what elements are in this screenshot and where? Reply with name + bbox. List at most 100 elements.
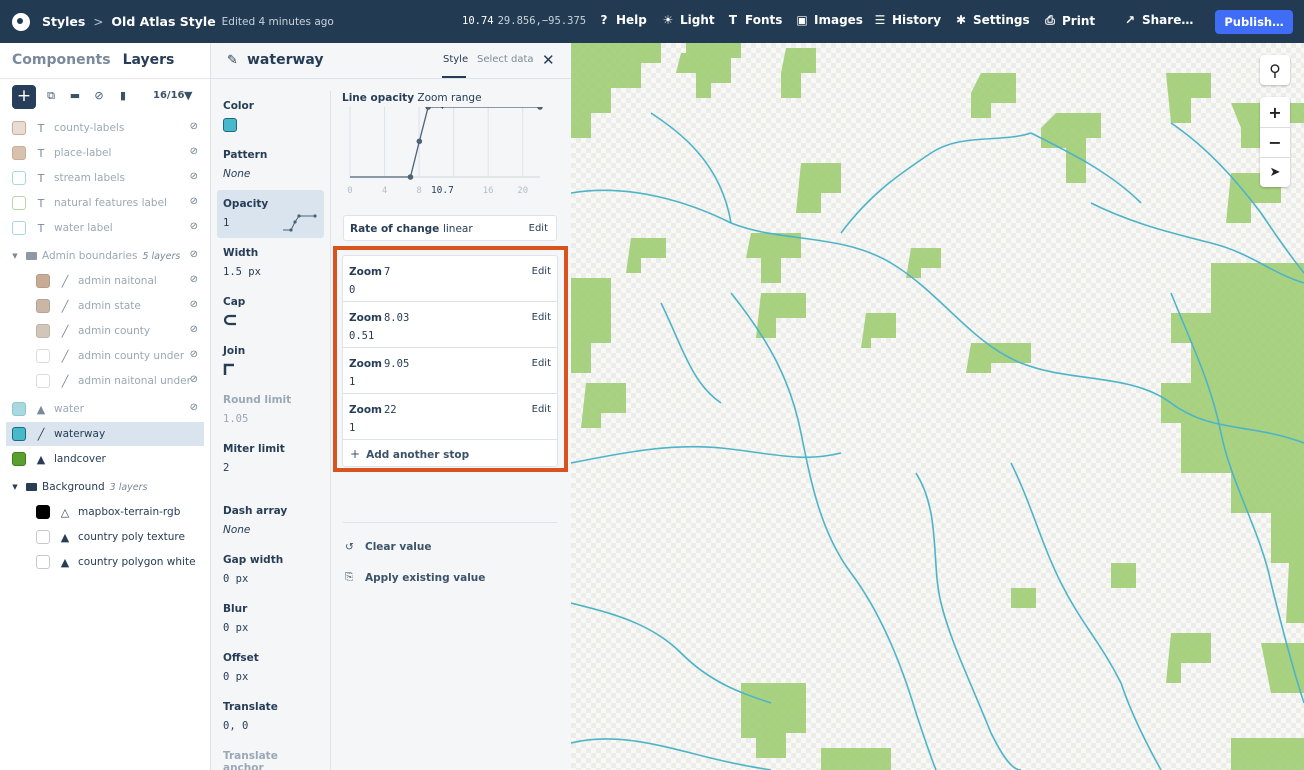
- edit-stop-button[interactable]: Edit: [532, 266, 551, 277]
- zoom-stop[interactable]: Zoom 8.03 0.51 Edit: [343, 302, 557, 348]
- join-miter-icon: [223, 363, 234, 375]
- settings-button[interactable]: ✱ Settings: [954, 13, 1030, 27]
- images-button[interactable]: ▣ Images: [795, 13, 863, 27]
- help-button[interactable]: ? Help: [597, 13, 647, 27]
- layer-row[interactable]: T water label ⊘: [6, 216, 204, 240]
- visibility-icon[interactable]: ⊘: [190, 196, 198, 207]
- property-blur[interactable]: Blur 0 px: [217, 595, 324, 643]
- layer-row[interactable]: ╱ admin naitonal ⊘: [6, 269, 204, 293]
- breadcrumb-styles[interactable]: Styles: [42, 14, 85, 29]
- duplicate-icon[interactable]: ⧉: [44, 89, 58, 103]
- map-canvas[interactable]: ⚲ + − ➤: [571, 43, 1304, 770]
- zoom-stop[interactable]: Zoom 7 0 Edit: [343, 256, 557, 302]
- map-search-control[interactable]: ⚲: [1260, 55, 1290, 85]
- tab-layers[interactable]: Layers: [123, 52, 175, 68]
- layer-group-background[interactable]: ▼ Background 3 layers: [6, 475, 204, 499]
- layer-row[interactable]: T place-label ⊘: [6, 141, 204, 165]
- hide-icon[interactable]: ⊘: [92, 89, 106, 103]
- visibility-icon[interactable]: ⊘: [190, 171, 198, 182]
- chart-heading: Line opacity Zoom range: [342, 92, 482, 104]
- edit-stop-button[interactable]: Edit: [532, 358, 551, 369]
- layer-row[interactable]: ▲ water ⊘: [6, 397, 204, 421]
- zoom-range-chart[interactable]: 0 4 8 16 20 10.7: [336, 107, 562, 209]
- visibility-icon[interactable]: ⊘: [190, 374, 198, 385]
- layer-row-selected[interactable]: ╱ waterway: [6, 422, 204, 446]
- visibility-icon[interactable]: ⊘: [190, 249, 198, 260]
- fonts-button[interactable]: T Fonts: [726, 13, 782, 27]
- caret-down-icon[interactable]: ▼: [10, 483, 20, 491]
- trash-icon[interactable]: ▮: [116, 89, 130, 103]
- folder-icon[interactable]: ▬: [68, 89, 82, 103]
- zoom-in-icon[interactable]: +: [1260, 97, 1290, 127]
- print-button[interactable]: ⎙ Print: [1043, 13, 1095, 28]
- property-gap-width[interactable]: Gap width 0 px: [217, 546, 324, 594]
- visibility-icon[interactable]: ⊘: [190, 402, 198, 413]
- apply-existing-button[interactable]: ⎘ Apply existing value: [345, 571, 485, 584]
- compass-icon[interactable]: ➤: [1260, 157, 1290, 187]
- light-button[interactable]: ☀ Light: [661, 13, 715, 27]
- search-icon[interactable]: ⚲: [1260, 55, 1290, 85]
- property-cap[interactable]: Cap: [217, 288, 324, 336]
- property-translate[interactable]: Translate 0, 0: [217, 693, 324, 741]
- fill-layer-icon: ▲: [36, 402, 46, 416]
- visibility-icon[interactable]: ⊘: [190, 121, 198, 132]
- property-label: Dash array: [223, 505, 288, 517]
- history-button[interactable]: ☰ History: [873, 13, 941, 27]
- style-name[interactable]: Old Atlas Style: [111, 14, 215, 29]
- layer-name: county-labels: [54, 122, 125, 134]
- layer-row[interactable]: ▲ country poly texture: [6, 525, 204, 549]
- property-dash-array[interactable]: Dash array None: [217, 497, 324, 545]
- clear-value-button[interactable]: ↺ Clear value: [345, 541, 431, 553]
- layer-title[interactable]: waterway: [247, 52, 324, 68]
- visibility-icon[interactable]: ⊘: [190, 221, 198, 232]
- layer-row[interactable]: T natural features label ⊘: [6, 191, 204, 215]
- layer-row[interactable]: T county-labels ⊘: [6, 116, 204, 140]
- caret-down-icon[interactable]: ▼: [10, 252, 20, 260]
- layer-row[interactable]: ▲ landcover: [6, 447, 204, 471]
- property-translate-anchor[interactable]: Translate anchor: [217, 742, 324, 770]
- layer-group-admin[interactable]: ▼ Admin boundaries 5 layers ⊘: [6, 244, 204, 268]
- property-opacity[interactable]: Opacity 1: [217, 190, 324, 238]
- layer-row[interactable]: ▲ country polygon white: [6, 550, 204, 574]
- property-color[interactable]: Color: [217, 92, 324, 140]
- publish-button[interactable]: Publish…: [1215, 10, 1293, 34]
- visibility-icon[interactable]: ⊘: [190, 146, 198, 157]
- mapbox-logo-icon[interactable]: [12, 12, 30, 31]
- tab-components[interactable]: Components: [12, 52, 111, 68]
- visibility-icon[interactable]: ⊘: [190, 274, 198, 285]
- tab-style[interactable]: Style: [443, 54, 468, 65]
- property-miter-limit[interactable]: Miter limit 2: [217, 435, 324, 483]
- rate-of-change-row[interactable]: Rate of change linear Edit: [343, 215, 557, 241]
- property-width[interactable]: Width 1.5 px: [217, 239, 324, 287]
- layer-row[interactable]: ╱ admin county under ⊘: [6, 344, 204, 368]
- property-join[interactable]: Join: [217, 337, 324, 385]
- visibility-icon[interactable]: ⊘: [190, 299, 198, 310]
- property-offset[interactable]: Offset 0 px: [217, 644, 324, 692]
- add-stop-button[interactable]: + Add another stop: [343, 440, 557, 466]
- layer-row[interactable]: △ mapbox-terrain-rgb: [6, 500, 204, 524]
- layer-row[interactable]: T stream labels ⊘: [6, 166, 204, 190]
- stop-zoom: 22: [383, 404, 397, 416]
- add-layer-button[interactable]: +: [12, 85, 36, 109]
- filter-icon[interactable]: ▼: [184, 89, 192, 102]
- layer-name: landcover: [54, 453, 106, 465]
- property-pattern[interactable]: Pattern None: [217, 141, 324, 189]
- layer-row[interactable]: ╱ admin state ⊘: [6, 294, 204, 318]
- share-button[interactable]: ↗ Share…: [1123, 13, 1193, 27]
- layer-row[interactable]: ╱ admin naitonal under ⊘: [6, 369, 204, 393]
- zoom-stop[interactable]: Zoom 9.05 1 Edit: [343, 348, 557, 394]
- chart-mode[interactable]: Zoom range: [417, 92, 481, 104]
- tab-select-data[interactable]: Select data: [477, 54, 534, 65]
- zoom-out-icon[interactable]: −: [1260, 127, 1290, 157]
- close-icon[interactable]: ✕: [542, 51, 555, 69]
- layer-swatch: [12, 171, 26, 185]
- edit-rate-button[interactable]: Edit: [529, 223, 548, 234]
- visibility-icon[interactable]: ⊘: [190, 324, 198, 335]
- color-swatch[interactable]: [223, 118, 237, 132]
- edit-stop-button[interactable]: Edit: [532, 404, 551, 415]
- zoom-stop[interactable]: Zoom 22 1 Edit: [343, 394, 557, 440]
- layer-row[interactable]: ╱ admin county ⊘: [6, 319, 204, 343]
- visibility-icon[interactable]: ⊘: [190, 349, 198, 360]
- property-round-limit[interactable]: Round limit 1.05: [217, 386, 324, 434]
- edit-stop-button[interactable]: Edit: [532, 312, 551, 323]
